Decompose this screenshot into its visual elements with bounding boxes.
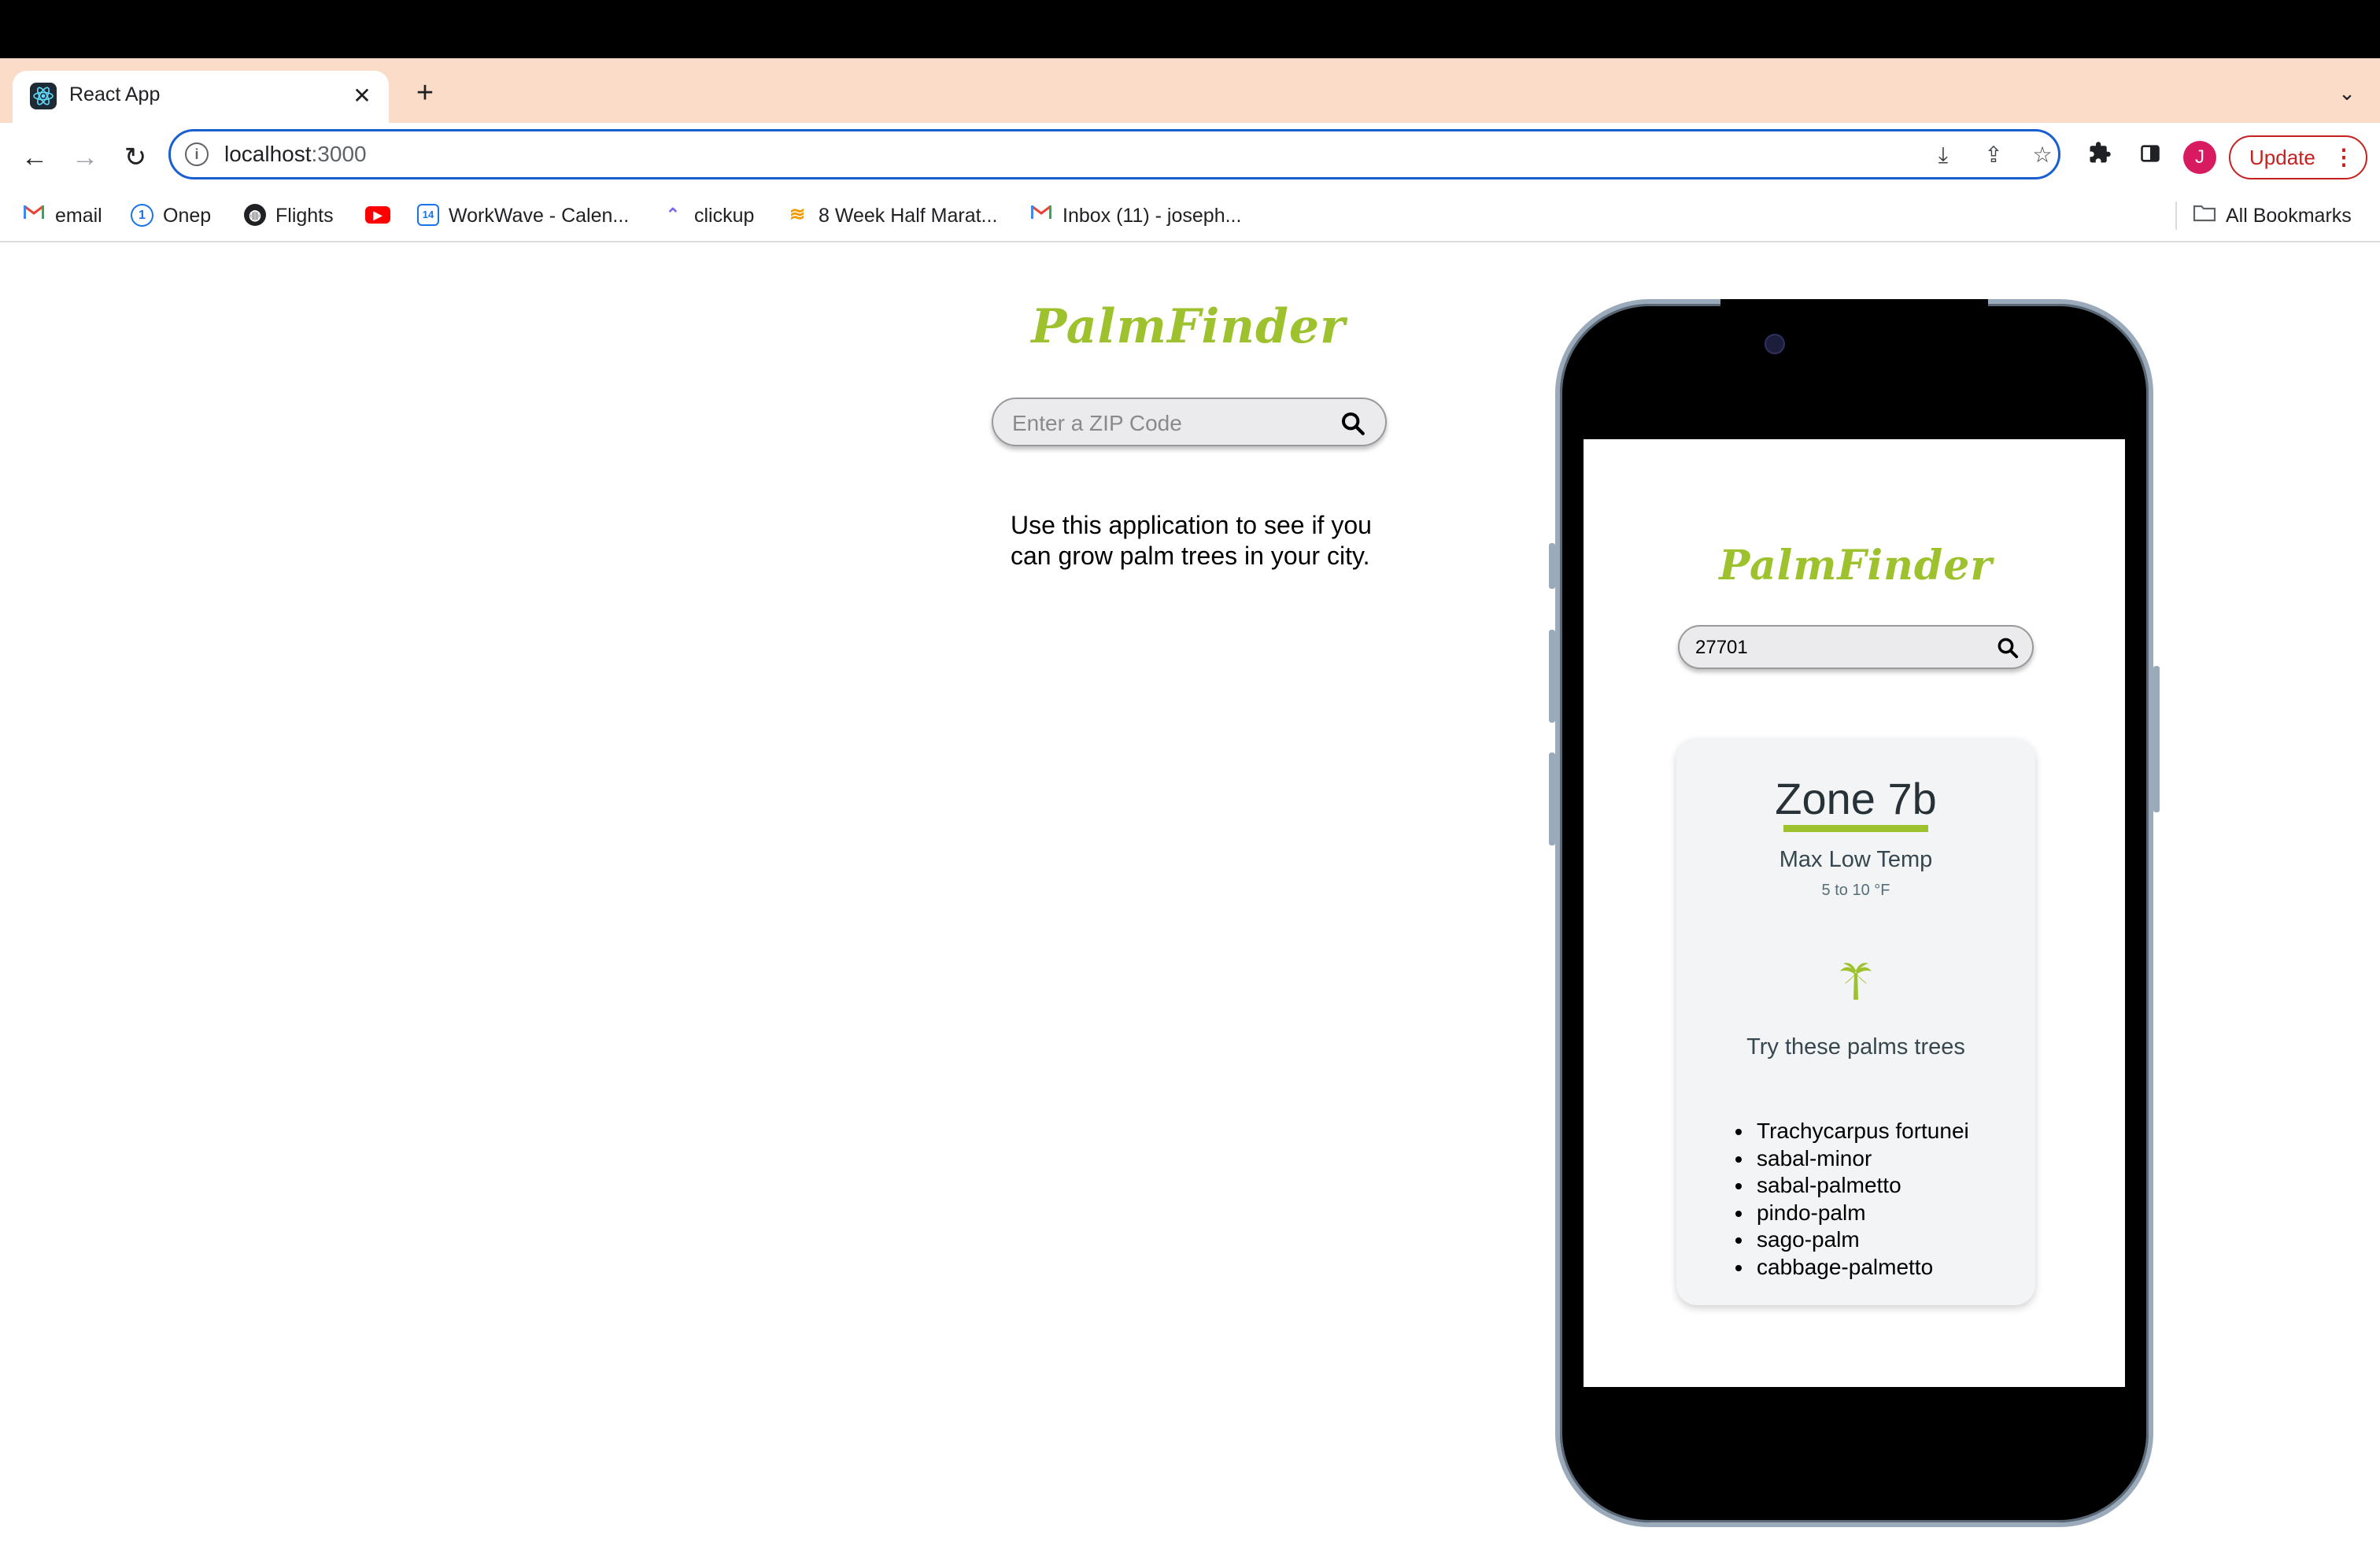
- palm-tree-icon: [1840, 963, 1872, 1000]
- palm-list: Trachycarpus fortunei sabal-minor sabal-…: [1728, 1118, 1969, 1281]
- bookmark-workwave[interactable]: 14 WorkWave - Calen...: [417, 202, 629, 230]
- onepassword-icon: 1: [131, 203, 153, 227]
- try-palms-label: Try these palms trees: [1746, 1034, 1965, 1060]
- new-tab-icon[interactable]: +: [406, 74, 444, 112]
- youtube-icon: ▶: [365, 206, 390, 224]
- zip-search-input[interactable]: [1011, 407, 1329, 440]
- palm-list-item: Trachycarpus fortunei: [1754, 1118, 1969, 1145]
- phone-notch: [1720, 299, 1988, 372]
- clickup-icon: ⌃: [665, 205, 681, 225]
- address-bar[interactable]: i localhost:3000 ⤓ ⇪ ☆: [168, 129, 2060, 179]
- bookmark-inbox[interactable]: Inbox (11) - joseph...: [1029, 202, 1241, 230]
- reload-icon[interactable]: ↻: [118, 140, 153, 175]
- palm-list-item: cabbage-palmetto: [1754, 1254, 1969, 1282]
- max-low-label: Max Low Temp: [1779, 847, 1933, 872]
- app-logo: PalmFinder: [1031, 299, 1346, 354]
- install-icon[interactable]: ⤓: [1927, 139, 1959, 171]
- zone-result-card: Zone 7b Max Low Temp 5 to 10 °F Try thes…: [1676, 738, 2035, 1305]
- search-icon[interactable]: [1340, 410, 1366, 437]
- url-text[interactable]: localhost:3000: [224, 142, 367, 167]
- phone-power-button: [2153, 666, 2160, 812]
- palm-list-item: sabal-minor: [1754, 1145, 1969, 1173]
- bookmark-onep[interactable]: 1 Onep: [131, 202, 211, 230]
- palm-list-item: sabal-palmetto: [1754, 1172, 1969, 1200]
- phone-zip-search-input[interactable]: [1694, 633, 1964, 663]
- palm-list-item: pindo-palm: [1754, 1200, 1969, 1227]
- camera-icon: [1765, 334, 1785, 354]
- tab-close-icon[interactable]: ✕: [346, 80, 378, 112]
- browser-tab[interactable]: React App ✕: [13, 71, 389, 123]
- chevron-down-icon[interactable]: ⌄: [2330, 76, 2364, 110]
- update-button[interactable]: Update ⋮: [2229, 135, 2367, 179]
- profile-avatar[interactable]: J: [2183, 141, 2216, 174]
- more-menu-icon[interactable]: ⋮: [2333, 137, 2355, 178]
- forward-icon[interactable]: →: [68, 140, 102, 175]
- bookmark-flights[interactable]: ◍ Flights: [244, 202, 334, 230]
- bookmark-half-marathon[interactable]: ≋ 8 Week Half Marat...: [785, 202, 997, 230]
- star-icon[interactable]: ☆: [2027, 139, 2058, 171]
- extensions-icon[interactable]: [2082, 140, 2117, 175]
- bookmark-clickup[interactable]: ⌃ clickup: [661, 202, 755, 230]
- bookmark-youtube[interactable]: ▶: [365, 202, 400, 230]
- zone-title: Zone 7b: [1775, 774, 1937, 823]
- site-info-icon[interactable]: i: [185, 142, 209, 166]
- search-icon[interactable]: [1996, 636, 2020, 660]
- bookmarks-bar: email 1 Onep ◍ Flights ▶ 14 WorkWave - Cale…: [0, 190, 2380, 242]
- tab-strip: React App ✕: [0, 58, 2380, 123]
- back-icon[interactable]: ←: [17, 140, 52, 175]
- bookmark-email[interactable]: email: [22, 202, 102, 230]
- calendar-icon: 14: [417, 204, 439, 227]
- phone-zip-search-bar: [1678, 625, 2034, 669]
- gmail-icon: [22, 203, 46, 227]
- system-top-bar: [0, 0, 2380, 58]
- share-icon[interactable]: ⇪: [1978, 139, 2009, 171]
- phone-volume-down: [1549, 753, 1555, 845]
- all-bookmarks[interactable]: All Bookmarks: [2175, 202, 2352, 230]
- max-low-range: 5 to 10 °F: [1821, 882, 1890, 899]
- folder-icon: [2193, 203, 2216, 227]
- react-icon: [30, 83, 57, 109]
- app-description: Use this application to see if you can g…: [1011, 511, 1372, 570]
- phone-app-logo: PalmFinder: [1719, 542, 1993, 590]
- side-panel-icon[interactable]: [2133, 140, 2168, 175]
- phone-volume-up: [1549, 630, 1555, 723]
- zip-search-bar: [992, 398, 1387, 446]
- phone-side-button: [1549, 543, 1555, 589]
- globe-icon: ◍: [244, 204, 266, 227]
- zone-underline: [1783, 825, 1928, 832]
- runner-icon: ≋: [789, 204, 806, 226]
- gmail-icon: [1029, 203, 1053, 227]
- palm-list-item: sago-palm: [1754, 1226, 1969, 1254]
- tab-title: React App: [69, 83, 161, 105]
